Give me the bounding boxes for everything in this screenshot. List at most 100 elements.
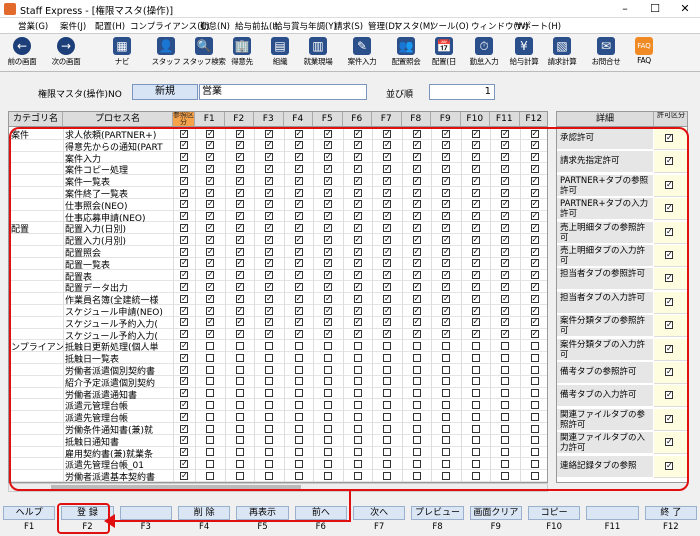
- header-f5: F5: [313, 112, 343, 127]
- app-icon: [4, 3, 16, 15]
- highlight-connector: [349, 491, 351, 522]
- fkey-f1-button[interactable]: ヘルプ: [3, 506, 56, 520]
- detail-header: 詳細: [557, 112, 654, 127]
- payroll-icon: ¥: [515, 37, 533, 55]
- organization-icon: ▤: [271, 37, 289, 55]
- highlight-frame: [9, 127, 689, 491]
- fkey-f9-slot: 画面クリア F9: [467, 506, 525, 536]
- header-f7: F7: [372, 112, 402, 127]
- minimize-icon[interactable]: –: [610, 0, 640, 18]
- toolbar-button-forward-arrow[interactable]: → 次の画面: [44, 36, 88, 70]
- fkey-number: F11: [604, 522, 621, 532]
- fkey-f7-button[interactable]: 次へ: [353, 506, 406, 520]
- toolbar-button-billing[interactable]: ▧ 請求計算: [540, 36, 584, 70]
- title-bar: Staff Express - [権限マスタ(操作)] – ☐ ✕: [0, 0, 700, 18]
- toolbar-label: 就業現場: [303, 57, 333, 66]
- menu-bar: 営業(G) 案件(J) 配置(H) コンプライアンス(C) 勤怠(N) 給与前払(I) 給与…: [0, 18, 700, 34]
- fkey-f8-button[interactable]: プレビュー: [411, 506, 464, 520]
- toolbar-button-navigation[interactable]: ▦ ナビ: [100, 36, 144, 70]
- fkey-number: F9: [490, 522, 501, 532]
- faq-icon: FAQ: [635, 37, 653, 55]
- order-input[interactable]: 1: [429, 84, 495, 100]
- menu-item-10[interactable]: ツール(O): [430, 20, 469, 32]
- highlight-connector-horizontal: [113, 520, 351, 522]
- header-f4: F4: [283, 112, 313, 127]
- forward-arrow-icon: →: [57, 37, 75, 55]
- order-label: 並び順: [386, 90, 414, 100]
- fkey-f3-empty-button[interactable]: [119, 506, 172, 520]
- toolbar-button-job-entry[interactable]: ✎ 案件入力: [340, 36, 384, 70]
- close-icon[interactable]: ✕: [670, 0, 700, 18]
- fkey-f11-slot: F11: [583, 506, 641, 536]
- menu-item-9[interactable]: マスタ(M): [394, 20, 433, 32]
- fkey-number: F1: [24, 522, 35, 532]
- assignment-daily-icon: 📅: [435, 37, 453, 55]
- header-f9: F9: [431, 112, 461, 127]
- toolbar: ← 前の画面 → 次の画面 ▦ ナビ 👤 スタッフ 🔍 スタッフ検索 🏢 得意先 ▤ 組織 ▥ 就業現場 ✎ 案件…: [0, 34, 700, 72]
- back-arrow-icon: ←: [13, 37, 31, 55]
- toolbar-button-attendance[interactable]: ⏱ 勤怠入力: [462, 36, 506, 70]
- toolbar-label: 勤怠入力: [469, 57, 499, 66]
- fkey-f10-button[interactable]: コピー: [528, 506, 581, 520]
- fkey-number: F7: [374, 522, 385, 532]
- header-f6: F6: [342, 112, 372, 127]
- fkey-f1-slot: ヘルプ F1: [0, 506, 58, 536]
- toolbar-button-faq[interactable]: FAQ FAQ: [622, 36, 666, 70]
- menu-item-6[interactable]: 給与賞与年調(Y): [274, 20, 337, 32]
- toolbar-button-worksite[interactable]: ▥ 就業現場: [296, 36, 340, 70]
- menu-item-0[interactable]: 営業(G): [18, 20, 48, 32]
- assignment-inquiry-icon: 👥: [397, 37, 415, 55]
- toolbar-button-assignment-daily[interactable]: 📅 配置(日: [422, 36, 466, 70]
- staff-icon: 👤: [157, 37, 175, 55]
- fkey-number: F6: [315, 522, 326, 532]
- staff-search-icon: 🔍: [195, 37, 213, 55]
- permission-no-label: 権限マスタ(操作)NO: [38, 90, 122, 100]
- toolbar-label: ナビ: [114, 57, 130, 66]
- toolbar-label: 配置(日: [431, 57, 457, 66]
- fkey-f8-slot: プレビュー F8: [408, 506, 466, 536]
- fkey-f10-slot: コピー F10: [525, 506, 583, 536]
- fkey-f6-button[interactable]: 前へ: [294, 506, 347, 520]
- permission-name-input[interactable]: 営業: [199, 84, 367, 100]
- menu-item-7[interactable]: 請求(S): [334, 20, 363, 32]
- worksite-icon: ▥: [309, 37, 327, 55]
- fkey-number: F12: [662, 522, 679, 532]
- header-f11: F11: [490, 112, 520, 127]
- fkey-number: F3: [140, 522, 151, 532]
- header-view-type: 参照区分: [173, 111, 195, 127]
- fkey-f4-button[interactable]: 削 除: [178, 506, 231, 520]
- attendance-icon: ⏱: [475, 37, 493, 55]
- toolbar-label: 前の画面: [7, 57, 37, 66]
- fkey-f5-button[interactable]: 再表示: [236, 506, 289, 520]
- menu-item-12[interactable]: サポート(H): [514, 20, 561, 32]
- menu-item-4[interactable]: 勤怠(N): [200, 20, 230, 32]
- fkey-f9-button[interactable]: 画面クリア: [469, 506, 522, 520]
- client-icon: 🏢: [233, 37, 251, 55]
- menu-item-1[interactable]: 案件(J): [60, 20, 86, 32]
- maximize-icon[interactable]: ☐: [640, 0, 670, 18]
- fkey-f11-empty-button[interactable]: [586, 506, 639, 520]
- fkey-f12-slot: 終 了 F12: [642, 506, 700, 536]
- fkey-f12-button[interactable]: 終 了: [644, 506, 697, 520]
- header-process: プロセス名: [63, 112, 173, 127]
- header-f8: F8: [401, 112, 431, 127]
- toolbar-label: 次の画面: [51, 57, 81, 66]
- fkey-number: F10: [546, 522, 563, 532]
- fkey-f7-slot: 次へ F7: [350, 506, 408, 536]
- window-title: Staff Express - [権限マスタ(操作)]: [20, 6, 174, 17]
- toolbar-button-back-arrow[interactable]: ← 前の画面: [0, 36, 44, 70]
- header-f2: F2: [224, 112, 254, 127]
- toolbar-label: 請求計算: [547, 57, 577, 66]
- menu-item-2[interactable]: 配置(H): [95, 20, 125, 32]
- toolbar-label: FAQ: [637, 56, 651, 65]
- filter-bar: 権限マスタ(操作)NO 新規 営業 並び順 1: [0, 74, 700, 104]
- header-f12: F12: [519, 112, 547, 127]
- fkey-number: F8: [432, 522, 443, 532]
- header-f10: F10: [460, 112, 490, 127]
- menu-item-5[interactable]: 給与前払(I): [235, 20, 278, 32]
- header-f3: F3: [254, 112, 284, 127]
- permission-flag-header: 許可区分: [654, 112, 687, 127]
- toolbar-label: 案件入力: [347, 57, 377, 66]
- menu-item-3[interactable]: コンプライアンス(C): [130, 20, 210, 32]
- fkey-number: F4: [199, 522, 210, 532]
